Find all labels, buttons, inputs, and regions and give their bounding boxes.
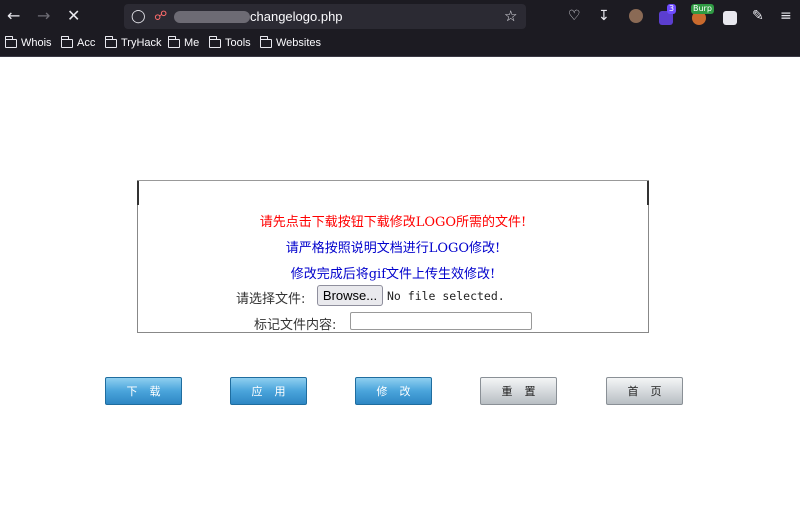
url-bar[interactable]: ◯ ☍ changelogo.php ☆ <box>124 4 526 29</box>
bookmark-tools[interactable]: Tools <box>208 35 251 49</box>
profile-avatar-icon[interactable] <box>629 9 643 23</box>
folder-icon <box>4 35 17 48</box>
doc-instruction: 请严格按照说明文档进行LOGO修改! <box>285 241 501 256</box>
insecure-lock-icon[interactable]: ☍ <box>154 9 167 25</box>
forward-arrow-icon[interactable]: → <box>37 8 50 24</box>
home-button[interactable]: 首页 <box>606 377 683 405</box>
bookmark-star-icon[interactable]: ☆ <box>504 8 517 24</box>
folder-icon <box>208 35 221 48</box>
stop-loading-icon[interactable]: ✕ <box>67 8 80 24</box>
reset-button[interactable]: 重置 <box>480 377 557 405</box>
shield-icon[interactable]: ◯ <box>131 9 146 25</box>
back-arrow-icon[interactable]: ← <box>7 8 20 24</box>
bookmark-label: Websites <box>276 37 322 49</box>
burp-badge: Burp <box>691 4 714 14</box>
download-icon[interactable]: ↧ <box>598 8 610 24</box>
download-instruction: 请先点击下载按钮下载修改LOGO所需的文件! <box>259 215 527 230</box>
modify-button[interactable]: 修改 <box>355 377 432 405</box>
file-status: No file selected. <box>387 289 505 303</box>
extension-badge: 3 <box>667 4 677 14</box>
folder-icon <box>60 35 73 48</box>
bookmark-me[interactable]: Me <box>167 35 200 49</box>
folder-icon <box>104 35 117 48</box>
bookmark-tryhack[interactable]: TryHack <box>104 35 162 49</box>
bookmark-label: Tools <box>225 37 251 49</box>
bookmark-label: TryHack <box>121 37 162 49</box>
browser-toolbar: ← → ✕ ◯ ☍ changelogo.php ☆ ♡ ↧ 3 Burp ✎ … <box>0 0 800 33</box>
file-label: 请选择文件: <box>236 292 306 307</box>
browse-button[interactable]: Browse... <box>317 285 383 306</box>
bookmark-acc[interactable]: Acc <box>60 35 96 49</box>
url-text: changelogo.php <box>250 9 343 24</box>
container-extension-icon[interactable] <box>723 11 737 25</box>
content-label: 标记文件内容: <box>254 318 337 333</box>
bookmark-whois[interactable]: Whois <box>4 35 52 49</box>
bookmark-websites[interactable]: Websites <box>259 35 322 49</box>
pocket-icon[interactable]: ♡ <box>568 8 581 24</box>
menu-icon[interactable]: ≡ <box>780 8 792 24</box>
extensions-puzzle-icon[interactable]: ✎ <box>752 8 764 24</box>
folder-icon <box>167 35 180 48</box>
bookmark-label: Me <box>184 37 200 49</box>
folder-icon <box>259 35 272 48</box>
apply-button[interactable]: 应用 <box>230 377 307 405</box>
bookmark-label: Whois <box>21 37 52 49</box>
upload-panel: 请先点击下载按钮下载修改LOGO所需的文件! 请严格按照说明文档进行LOGO修改… <box>137 180 649 333</box>
upload-instruction: 修改完成后将gif文件上传生效修改! <box>290 267 496 282</box>
download-button[interactable]: 下载 <box>105 377 182 405</box>
bookmark-label: Acc <box>77 37 96 49</box>
content-input[interactable] <box>350 312 532 330</box>
redacted-host <box>174 11 250 23</box>
